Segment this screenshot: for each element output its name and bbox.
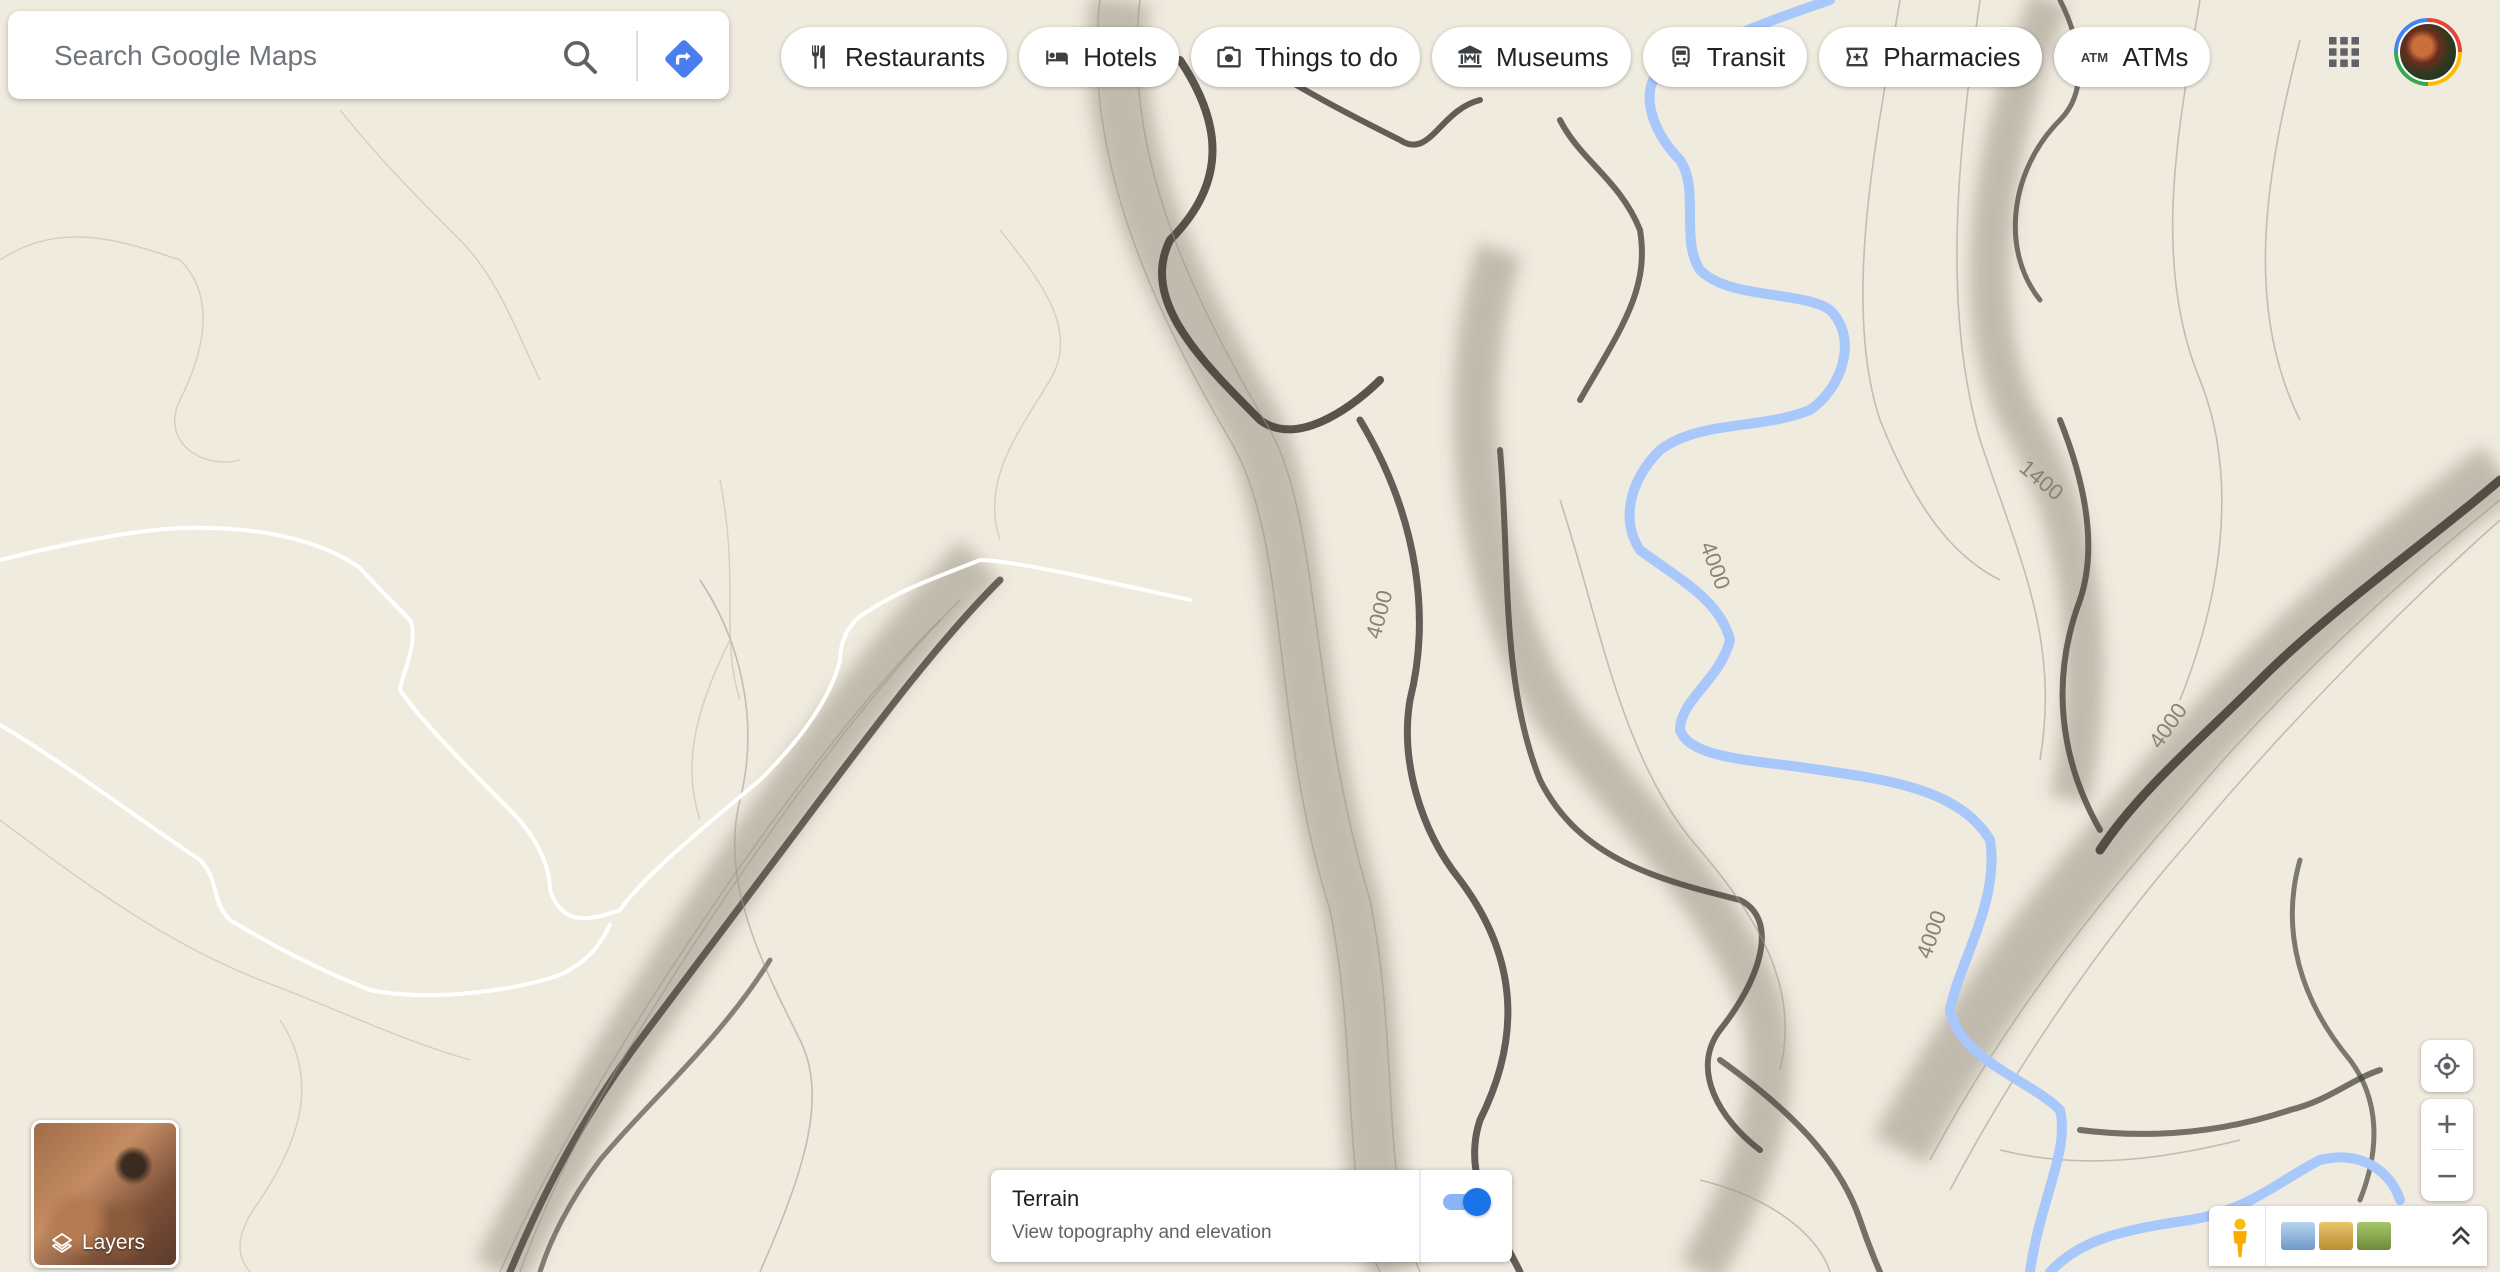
- my-location-icon: [2434, 1053, 2460, 1079]
- search-divider: [636, 31, 638, 81]
- museum-icon: [1454, 41, 1486, 73]
- toggle-knob: [1463, 1188, 1491, 1216]
- bed-icon: [1041, 41, 1073, 73]
- fork-knife-icon: [803, 41, 835, 73]
- search-input[interactable]: [52, 33, 536, 79]
- category-chips: Restaurants Hotels Things to do Museums …: [781, 27, 2211, 87]
- terrain-panel: Terrain View topography and elevation: [991, 1170, 1512, 1262]
- layers-label: Layers: [82, 1231, 146, 1254]
- chip-atms[interactable]: ATM ATMs: [2054, 27, 2211, 87]
- avatar-image: [2398, 22, 2458, 82]
- account-avatar[interactable]: [2394, 18, 2462, 86]
- train-icon: [1665, 41, 1697, 73]
- imagery-thumb[interactable]: [2319, 1222, 2353, 1250]
- chip-pharmacies[interactable]: Pharmacies: [1819, 27, 2043, 87]
- bottombar-divider: [2265, 1206, 2266, 1266]
- chip-label: Transit: [1706, 41, 1786, 72]
- chip-hotels[interactable]: Hotels: [1019, 27, 1179, 87]
- atm-icon: ATM: [2080, 49, 2109, 65]
- zoom-out-button[interactable]: −: [2421, 1151, 2473, 1201]
- pharmacy-icon: [1841, 41, 1873, 73]
- apps-grid-icon[interactable]: [2326, 34, 2362, 70]
- layers-button[interactable]: Layers: [31, 1120, 179, 1268]
- imagery-thumb[interactable]: [2281, 1222, 2315, 1250]
- directions-icon[interactable]: [662, 37, 706, 81]
- search-box: [8, 11, 729, 99]
- chip-label: Things to do: [1254, 41, 1398, 72]
- zoom-divider: [2431, 1149, 2463, 1150]
- map-canvas[interactable]: 4000 4000 1400 4000 4000: [0, 0, 2500, 1272]
- terrain-subtitle: View topography and elevation: [1012, 1222, 1272, 1243]
- camera-icon: [1213, 41, 1245, 73]
- expand-up-icon[interactable]: [2445, 1220, 2477, 1252]
- chip-label: Museums: [1495, 41, 1609, 72]
- chip-transit[interactable]: Transit: [1642, 27, 1808, 87]
- zoom-controls: + −: [2421, 1099, 2473, 1201]
- search-icon[interactable]: [560, 37, 600, 77]
- chip-museums[interactable]: Museums: [1431, 27, 1631, 87]
- bottom-right-bar: [2209, 1206, 2487, 1266]
- chip-label: Hotels: [1083, 41, 1157, 72]
- chip-things-to-do[interactable]: Things to do: [1190, 27, 1420, 87]
- chip-label: Pharmacies: [1883, 41, 2021, 72]
- terrain-title: Terrain: [1012, 1186, 1080, 1211]
- chip-label: Restaurants: [845, 41, 986, 72]
- chip-restaurants[interactable]: Restaurants: [781, 27, 1008, 87]
- layers-label-row: Layers: [50, 1231, 145, 1255]
- chip-label: ATMs: [2122, 41, 2189, 72]
- zoom-in-button[interactable]: +: [2421, 1099, 2473, 1149]
- imagery-thumbnails: [2281, 1222, 2391, 1250]
- terrain-toggle[interactable]: [1443, 1188, 1493, 1216]
- imagery-thumb[interactable]: [2357, 1222, 2391, 1250]
- terrain-divider: [1419, 1170, 1421, 1262]
- pegman-icon[interactable]: [2223, 1216, 2257, 1260]
- terrain-map: 4000 4000 1400 4000 4000: [0, 0, 2500, 1272]
- layers-icon: [52, 1233, 72, 1253]
- my-location-button[interactable]: [2421, 1040, 2473, 1092]
